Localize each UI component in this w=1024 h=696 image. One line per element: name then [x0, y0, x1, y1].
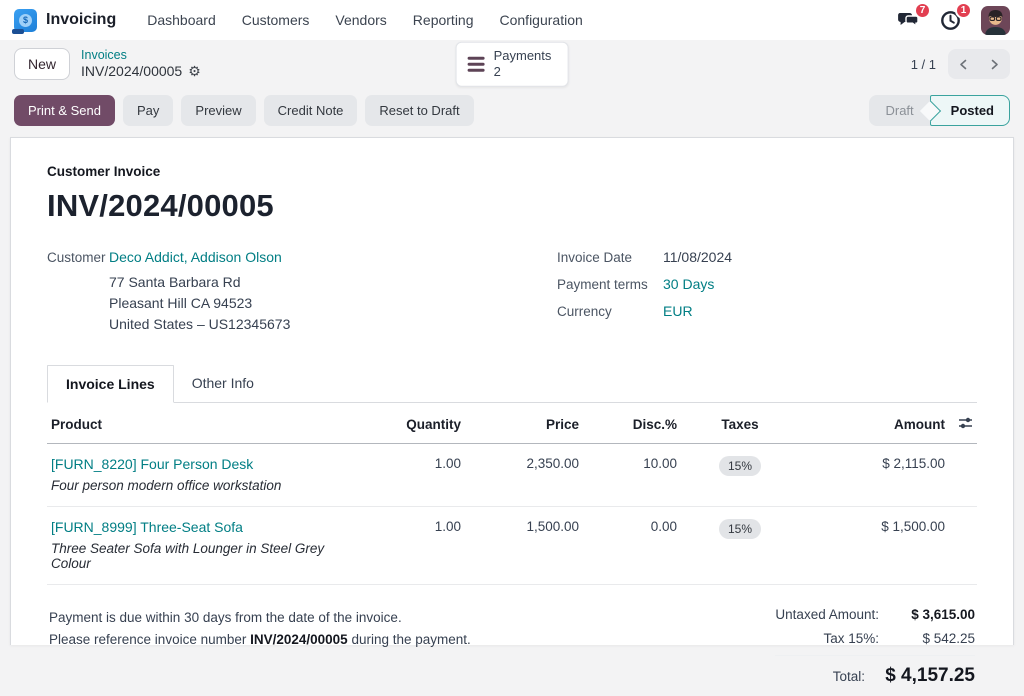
print-send-button[interactable]: Print & Send [14, 95, 115, 126]
column-amount[interactable]: Amount [799, 405, 949, 444]
untaxed-amount-label: Untaxed Amount: [775, 607, 879, 622]
column-discount[interactable]: Disc.% [583, 405, 681, 444]
invoice-type-label: Customer Invoice [47, 164, 161, 179]
note-line-2: Please reference invoice number INV/2024… [49, 632, 471, 648]
payments-lines-icon [467, 56, 485, 72]
tax-label: Tax 15%: [823, 631, 879, 646]
nav-item-customers[interactable]: Customers [229, 6, 323, 34]
untaxed-amount-value: $ 3,615.00 [911, 607, 975, 622]
reset-to-draft-button[interactable]: Reset to Draft [365, 95, 474, 126]
line-discount[interactable]: 10.00 [583, 443, 681, 507]
tab-invoice-lines[interactable]: Invoice Lines [47, 365, 174, 403]
column-product[interactable]: Product [47, 405, 353, 444]
total-value: $ 4,157.25 [885, 665, 975, 686]
column-options [949, 405, 977, 444]
app-name[interactable]: Invoicing [46, 11, 116, 29]
product-description: Three Seater Sofa with Lounger in Steel … [51, 541, 325, 571]
messages-count-badge: 7 [914, 2, 931, 19]
tax-badge[interactable]: 15% [718, 456, 762, 476]
payments-smart-button[interactable]: Payments 2 [455, 41, 569, 87]
table-header-row: Product Quantity Price Disc.% Taxes Amou… [47, 405, 977, 444]
chevron-right-icon [991, 59, 998, 69]
invoice-line-row[interactable]: [FURN_8999] Three-Seat Sofa Three Seater… [47, 506, 977, 585]
line-amount: $ 1,500.00 [799, 506, 949, 585]
dollar-icon: $ [19, 13, 32, 27]
address-line: United States – US12345673 [109, 316, 291, 332]
action-buttons-row: Print & Send Pay Preview Credit Note Res… [0, 88, 1024, 137]
invoice-line-row[interactable]: [FURN_8220] Four Person Desk Four person… [47, 443, 977, 507]
line-price[interactable]: 2,350.00 [465, 443, 583, 507]
settings-gear-icon[interactable]: ⚙ [188, 64, 201, 78]
nav-item-vendors[interactable]: Vendors [322, 6, 399, 34]
product-link[interactable]: [FURN_8999] Three-Seat Sofa [51, 519, 243, 535]
activities-count-badge: 1 [955, 1, 972, 19]
column-quantity[interactable]: Quantity [353, 405, 465, 444]
messages-icon[interactable]: 7 [898, 2, 931, 30]
currency-value[interactable]: EUR [663, 303, 693, 319]
currency-label: Currency [557, 304, 612, 319]
breadcrumb-current: INV/2024/00005 [81, 63, 183, 80]
control-panel: New Invoices INV/2024/00005 ⚙ Payments 2… [0, 40, 1024, 88]
payments-label: Payments [493, 47, 552, 63]
notebook-tabs: Invoice Lines Other Info [47, 365, 977, 403]
sheet-footer: Payment is due within 30 days from the d… [47, 585, 977, 696]
payment-terms-label: Payment terms [557, 277, 648, 292]
tab-other-info[interactable]: Other Info [174, 365, 272, 402]
pager: 1 / 1 [911, 49, 1010, 79]
product-link[interactable]: [FURN_8220] Four Person Desk [51, 456, 253, 472]
customer-link[interactable]: Deco Addict, Addison Olson [109, 249, 282, 265]
pager-count: 1 / 1 [910, 56, 936, 72]
topnav-right: 7 1 [898, 1, 1010, 35]
column-taxes[interactable]: Taxes [681, 405, 799, 444]
line-amount: $ 2,115.00 [799, 443, 949, 507]
line-price[interactable]: 1,500.00 [465, 506, 583, 585]
customer-label: Customer [47, 250, 106, 265]
nav-item-reporting[interactable]: Reporting [400, 6, 487, 34]
payment-terms-note: Payment is due within 30 days from the d… [47, 607, 471, 696]
pager-previous-button[interactable] [948, 49, 979, 79]
address-line: 77 Santa Barbara Rd [109, 274, 241, 290]
tax-value: $ 542.25 [922, 631, 975, 646]
nav-menu: Dashboard Customers Vendors Reporting Co… [134, 6, 596, 34]
invoice-form-sheet: Customer Invoice INV/2024/00005 Customer… [10, 137, 1014, 686]
chevron-left-icon [960, 59, 967, 69]
status-posted[interactable]: Posted [929, 95, 1010, 126]
invoice-lines-table: Product Quantity Price Disc.% Taxes Amou… [47, 405, 977, 585]
tax-badge[interactable]: 15% [718, 519, 762, 539]
status-bar: Draft Posted [869, 95, 1010, 126]
breadcrumb: Invoices INV/2024/00005 ⚙ [81, 48, 201, 80]
invoice-date-label: Invoice Date [557, 250, 633, 265]
pay-button[interactable]: Pay [123, 95, 174, 126]
invoice-number-heading: INV/2024/00005 [47, 188, 274, 223]
address-line: Pleasant Hill CA 94523 [109, 295, 253, 311]
payment-terms-value[interactable]: 30 Days [663, 276, 714, 292]
user-avatar[interactable] [981, 5, 1010, 35]
optional-columns-sliders-icon[interactable] [958, 416, 973, 433]
total-label: Total: [832, 669, 865, 684]
invoice-date-value[interactable]: 11/08/2024 [663, 249, 732, 265]
customer-address: 77 Santa Barbara Rd Pleasant Hill CA 945… [109, 272, 290, 335]
logo-fold [12, 28, 24, 34]
credit-note-button[interactable]: Credit Note [263, 95, 358, 126]
line-quantity[interactable]: 1.00 [353, 443, 465, 507]
preview-button[interactable]: Preview [181, 95, 256, 126]
top-nav: $ Invoicing Dashboard Customers Vendors … [0, 0, 1024, 40]
line-discount[interactable]: 0.00 [583, 506, 681, 585]
invoicing-app-icon[interactable]: $ [12, 8, 37, 34]
new-button[interactable]: New [14, 48, 71, 80]
column-price[interactable]: Price [465, 405, 583, 444]
product-description: Four person modern office workstation [51, 478, 282, 493]
totals-block: Untaxed Amount: $ 3,615.00 Tax 15%: $ 54… [775, 607, 977, 696]
payments-count: 2 [493, 64, 501, 79]
pager-next-button[interactable] [979, 49, 1010, 79]
nav-item-configuration[interactable]: Configuration [487, 6, 596, 34]
invoice-info-grid: Customer Deco Addict, Addison Olson 77 S… [47, 249, 977, 335]
nav-item-dashboard[interactable]: Dashboard [134, 6, 229, 34]
breadcrumb-invoices-link[interactable]: Invoices [81, 48, 201, 63]
line-quantity[interactable]: 1.00 [353, 506, 465, 585]
activities-clock-icon[interactable]: 1 [940, 1, 972, 31]
note-line-1: Payment is due within 30 days from the d… [49, 610, 402, 625]
